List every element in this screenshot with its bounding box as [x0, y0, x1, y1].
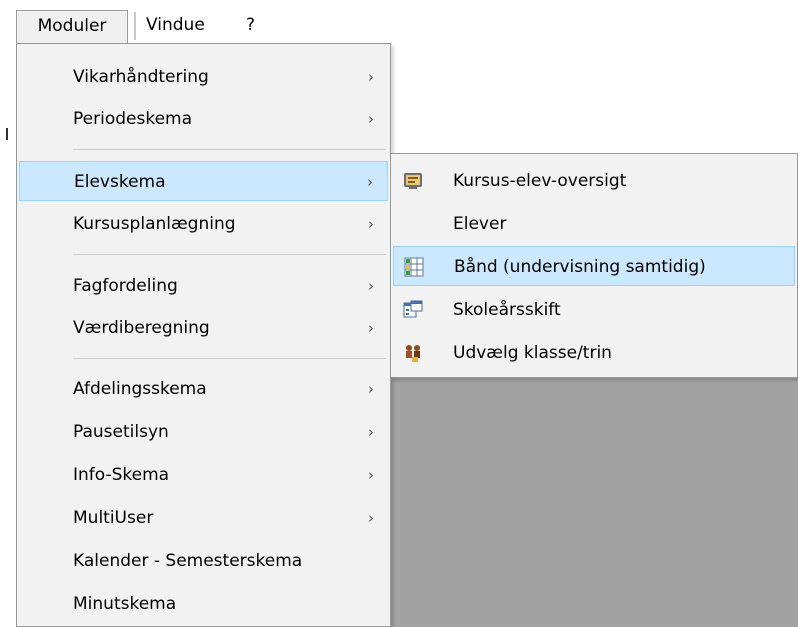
menu-item-label: Skoleårsskift [453, 300, 561, 320]
submenu-arrow-icon: › [368, 423, 374, 441]
menu-item-minutskema[interactable]: Minutskema [19, 584, 388, 624]
band-grid-icon [404, 257, 424, 277]
menu-item-kursusplanlaegning[interactable]: Kursusplanlægning › [19, 204, 388, 244]
menu-item-label: Værdiberegning [73, 318, 210, 338]
menu-separator [73, 149, 386, 150]
menu-moduler[interactable]: Moduler [16, 10, 128, 44]
menu-item-label: MultiUser [73, 508, 154, 528]
menu-item-label: Elever [453, 214, 507, 234]
menu-item-label: Periodeskema [73, 109, 192, 129]
workspace-background [390, 378, 798, 627]
menu-item-fagfordeling[interactable]: Fagfordeling › [19, 266, 388, 306]
submenu-arrow-icon: › [368, 466, 374, 484]
submenu-arrow-icon: › [368, 319, 374, 337]
menu-item-band[interactable]: Bånd (undervisning samtidig) [393, 246, 795, 286]
submenu-arrow-icon: › [368, 380, 374, 398]
submenu-arrow-icon: › [368, 68, 374, 86]
menu-item-label: Udvælg klasse/trin [453, 343, 612, 363]
menu-separator [73, 254, 386, 255]
menu-item-label: Vikarhåndtering [73, 67, 209, 87]
menu-moduler-label: Moduler [37, 16, 107, 36]
window-edge-mark [6, 128, 8, 140]
elevskema-submenu: Kursus-elev-oversigt Elever Bånd (underv… [390, 153, 798, 378]
menu-item-label: Afdelingsskema [73, 379, 207, 399]
menu-separator [73, 358, 386, 359]
menu-item-elever[interactable]: Elever [393, 204, 795, 244]
menu-item-multiuser[interactable]: MultiUser › [19, 498, 388, 538]
menu-vindue[interactable]: Vindue [146, 10, 205, 40]
submenu-arrow-icon: › [368, 277, 374, 295]
moduler-dropdown: Vikarhåndtering › Periodeskema › Elevske… [16, 43, 391, 627]
course-student-overview-icon [404, 173, 422, 189]
menu-item-vaerdiberegning[interactable]: Værdiberegning › [19, 308, 388, 348]
submenu-arrow-icon: › [368, 110, 374, 128]
menu-item-label: Minutskema [73, 594, 177, 614]
menu-item-udvaelg-klasse-trin[interactable]: Udvælg klasse/trin [393, 333, 795, 373]
menu-item-label: Bånd (undervisning samtidig) [454, 257, 706, 277]
menu-item-vikarhandtering[interactable]: Vikarhåndtering › [19, 57, 388, 97]
menu-item-periodeskema[interactable]: Periodeskema › [19, 99, 388, 139]
menu-item-label: Kursus-elev-oversigt [453, 171, 627, 191]
menu-item-afdelingsskema[interactable]: Afdelingsskema › [19, 369, 388, 409]
menu-item-label: Kursusplanlægning [73, 214, 236, 234]
menu-item-skolearsskift[interactable]: Skoleårsskift [393, 290, 795, 330]
menubar: Moduler Vindue ? [0, 0, 798, 44]
menubar-separator [134, 12, 136, 40]
menu-item-label: Info-Skema [73, 465, 170, 485]
menu-item-kalender-semesterskema[interactable]: Kalender - Semesterskema [19, 541, 388, 581]
menu-item-label: Elevskema [74, 172, 166, 192]
select-class-icon [406, 345, 420, 362]
menu-item-label: Kalender - Semesterskema [73, 551, 303, 571]
menu-item-elevskema[interactable]: Elevskema › [19, 161, 388, 201]
school-year-change-icon [403, 300, 423, 318]
menu-help[interactable]: ? [246, 10, 255, 40]
submenu-arrow-icon: › [367, 173, 373, 191]
menu-item-label: Fagfordeling [73, 276, 178, 296]
submenu-arrow-icon: › [368, 215, 374, 233]
menu-item-label: Pausetilsyn [73, 422, 169, 442]
menu-item-pausetilsyn[interactable]: Pausetilsyn › [19, 412, 388, 452]
submenu-arrow-icon: › [368, 509, 374, 527]
menu-item-kursus-elev-oversigt[interactable]: Kursus-elev-oversigt [393, 161, 795, 201]
menu-item-info-skema[interactable]: Info-Skema › [19, 455, 388, 495]
